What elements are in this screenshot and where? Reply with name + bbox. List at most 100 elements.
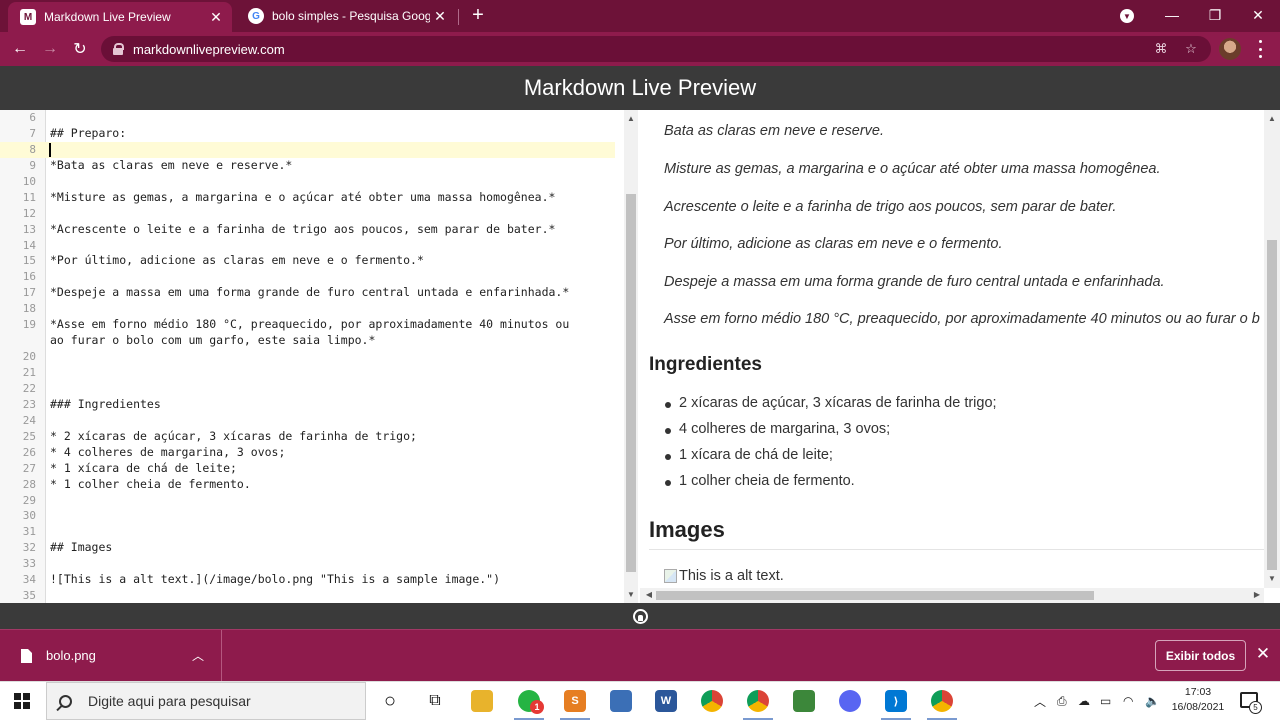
editor-line[interactable]: 16 bbox=[0, 269, 615, 285]
line-text: * 4 colheres de margarina, 3 ovos; bbox=[50, 444, 286, 459]
chrome-icon[interactable] bbox=[701, 690, 723, 712]
word-icon[interactable]: W bbox=[655, 690, 677, 712]
vscode-icon[interactable]: ⟩ bbox=[881, 690, 911, 720]
back-button[interactable]: ← bbox=[8, 38, 32, 60]
editor-line[interactable]: 9 *Bata as claras em neve e reserve.* bbox=[0, 158, 615, 174]
forward-button[interactable]: → bbox=[38, 38, 62, 60]
nodejs-icon[interactable] bbox=[793, 690, 815, 712]
markdown-editor[interactable]: 6 7 ## Preparo: 8 9 *Bata as claras em neve e… bbox=[0, 110, 624, 603]
show-all-downloads-button[interactable]: Exibir todos bbox=[1155, 640, 1246, 671]
chrome-active-icon[interactable] bbox=[927, 690, 957, 720]
editor-line[interactable]: 8 bbox=[0, 141, 615, 158]
taskbar-search-box[interactable]: Digite aqui para pesquisar bbox=[46, 682, 366, 720]
github-icon[interactable] bbox=[632, 608, 648, 624]
preview-hscroll-thumb[interactable] bbox=[656, 591, 1094, 600]
editor-line[interactable]: 27 * 1 xícara de chá de leite; bbox=[0, 461, 615, 477]
clock-date: 16/08/2021 bbox=[1171, 701, 1225, 713]
battery-icon[interactable]: ▭ bbox=[1100, 682, 1111, 720]
broken-image: This is a alt text. bbox=[664, 568, 784, 584]
editor-line[interactable]: 20 bbox=[0, 349, 615, 365]
control-panel-icon[interactable] bbox=[610, 690, 632, 712]
editor-line[interactable]: 31 bbox=[0, 524, 615, 540]
tab-close-icon[interactable]: ✕ bbox=[430, 8, 450, 25]
editor-line[interactable]: 28 * 1 colher cheia de fermento. bbox=[0, 477, 615, 493]
editor-line[interactable]: 6 bbox=[0, 110, 615, 126]
scroll-right-icon[interactable]: ▶ bbox=[1250, 590, 1264, 599]
profile-avatar[interactable] bbox=[1219, 38, 1241, 60]
preview-paragraph: Asse em forno médio 180 °C, preaquecido,… bbox=[664, 311, 1260, 327]
scroll-up-icon[interactable]: ▲ bbox=[1265, 114, 1279, 123]
editor-line[interactable]: 32 ## Images bbox=[0, 540, 615, 556]
chevron-up-icon[interactable]: ︿ bbox=[192, 647, 204, 664]
editor-scrollbar-thumb[interactable] bbox=[626, 194, 636, 572]
file-explorer-icon[interactable] bbox=[471, 690, 493, 712]
bookmark-star-icon[interactable]: ☆ bbox=[1182, 40, 1200, 58]
omnibox[interactable]: markdownlivepreview.com ⌘ ☆ bbox=[101, 36, 1211, 62]
chrome-menu-icon[interactable] bbox=[1252, 40, 1268, 58]
line-number: 22 bbox=[22, 381, 36, 395]
editor-line[interactable]: 17 *Despeje a massa em uma forma grande d… bbox=[0, 285, 615, 301]
editor-line[interactable]: 13 *Acrescente o leite e a farinha de tri… bbox=[0, 222, 615, 238]
editor-line[interactable]: 7 ## Preparo: bbox=[0, 126, 615, 142]
discord-icon[interactable] bbox=[839, 690, 861, 712]
wifi-icon[interactable]: ◠ bbox=[1123, 682, 1133, 720]
whatsapp-icon[interactable]: 1 bbox=[514, 690, 544, 720]
scroll-down-icon[interactable]: ▼ bbox=[1265, 574, 1279, 583]
onedrive-cloud-icon[interactable]: ☁ bbox=[1078, 682, 1090, 720]
close-window-button[interactable]: ✕ bbox=[1236, 0, 1280, 30]
editor-line[interactable]: 25 * 2 xícaras de açúcar, 3 xícaras de fa… bbox=[0, 429, 615, 445]
windows-start-icon[interactable] bbox=[14, 693, 30, 709]
close-shelf-icon[interactable]: ✕ bbox=[1254, 644, 1272, 664]
editor-line[interactable]: 11 *Misture as gemas, a margarina e o açú… bbox=[0, 190, 615, 206]
translate-icon[interactable]: ⌘ bbox=[1152, 40, 1170, 58]
tab-google-search[interactable]: G bolo simples - Pesquisa Google ✕ bbox=[236, 0, 456, 32]
volume-icon[interactable]: 🔈 bbox=[1145, 682, 1160, 720]
editor-line[interactable]: 24 bbox=[0, 413, 615, 429]
heading-divider bbox=[649, 549, 1264, 550]
preview-horizontal-scrollbar[interactable]: ◀ ▶ bbox=[640, 588, 1264, 603]
editor-line[interactable]: 29 bbox=[0, 493, 615, 509]
search-placeholder: Digite aqui para pesquisar bbox=[88, 693, 251, 709]
preview-vertical-scrollbar[interactable]: ▲ ▼ bbox=[1264, 110, 1280, 588]
editor-line[interactable]: 21 bbox=[0, 365, 615, 381]
tab-markdown-live-preview[interactable]: M Markdown Live Preview ✕ bbox=[8, 2, 232, 32]
search-icon bbox=[59, 694, 72, 708]
line-number: 15 bbox=[22, 254, 36, 268]
chrome-profile-icon[interactable] bbox=[743, 690, 773, 720]
scroll-up-icon[interactable]: ▲ bbox=[624, 114, 638, 123]
editor-line[interactable]: 26 * 4 colheres de margarina, 3 ovos; bbox=[0, 445, 615, 461]
scroll-left-icon[interactable]: ◀ bbox=[642, 590, 656, 599]
editor-line[interactable]: 34 ![This is a alt text.](/image/bolo.png… bbox=[0, 572, 615, 588]
images-heading: Images bbox=[649, 517, 725, 542]
cortana-icon[interactable]: ○ bbox=[379, 690, 401, 712]
editor-line[interactable]: 19 *Asse em forno médio 180 °C, preaqueci… bbox=[0, 317, 615, 333]
line-number: 32 bbox=[22, 541, 36, 555]
editor-line[interactable]: 33 bbox=[0, 556, 615, 572]
new-tab-button[interactable]: + bbox=[466, 4, 490, 27]
editor-line[interactable]: 22 bbox=[0, 381, 615, 397]
editor-line[interactable]: 10 bbox=[0, 174, 615, 190]
restore-button[interactable]: ❐ bbox=[1193, 0, 1237, 30]
task-view-icon[interactable]: ⧉ bbox=[424, 690, 446, 712]
taskbar-clock[interactable]: 17:03 16/08/2021 bbox=[1170, 685, 1226, 715]
editor-line[interactable]: 35 bbox=[0, 588, 615, 603]
editor-line[interactable]: 30 bbox=[0, 508, 615, 524]
editor-scrollbar[interactable]: ▲ ▼ bbox=[624, 110, 638, 603]
download-item[interactable]: bolo.png ︿ bbox=[0, 630, 222, 681]
editor-line[interactable]: 14 bbox=[0, 238, 615, 254]
editor-line[interactable]: 18 bbox=[0, 301, 615, 317]
editor-line[interactable]: 12 bbox=[0, 206, 615, 222]
sublime-text-icon[interactable]: S bbox=[560, 690, 590, 720]
editor-line[interactable]: 15 *Por último, adicione as claras em nev… bbox=[0, 253, 615, 269]
minimize-button[interactable]: — bbox=[1150, 0, 1194, 30]
tray-chevron-up-icon[interactable]: ︿ bbox=[1034, 682, 1046, 720]
meet-now-icon[interactable]: ⎙ bbox=[1057, 682, 1067, 720]
tab-close-icon[interactable]: ✕ bbox=[206, 9, 226, 26]
editor-line[interactable]: ao furar o bolo com um garfo, este saia … bbox=[0, 333, 615, 349]
reload-button[interactable]: ↻ bbox=[68, 38, 92, 60]
editor-line[interactable]: 23 ### Ingredientes bbox=[0, 397, 615, 413]
editor-code-area[interactable]: 6 7 ## Preparo: 8 9 *Bata as claras em neve e… bbox=[0, 110, 615, 603]
tab-search-button[interactable]: ▼ bbox=[1120, 0, 1142, 32]
scroll-down-icon[interactable]: ▼ bbox=[624, 590, 638, 599]
preview-scrollbar-thumb[interactable] bbox=[1267, 240, 1277, 570]
